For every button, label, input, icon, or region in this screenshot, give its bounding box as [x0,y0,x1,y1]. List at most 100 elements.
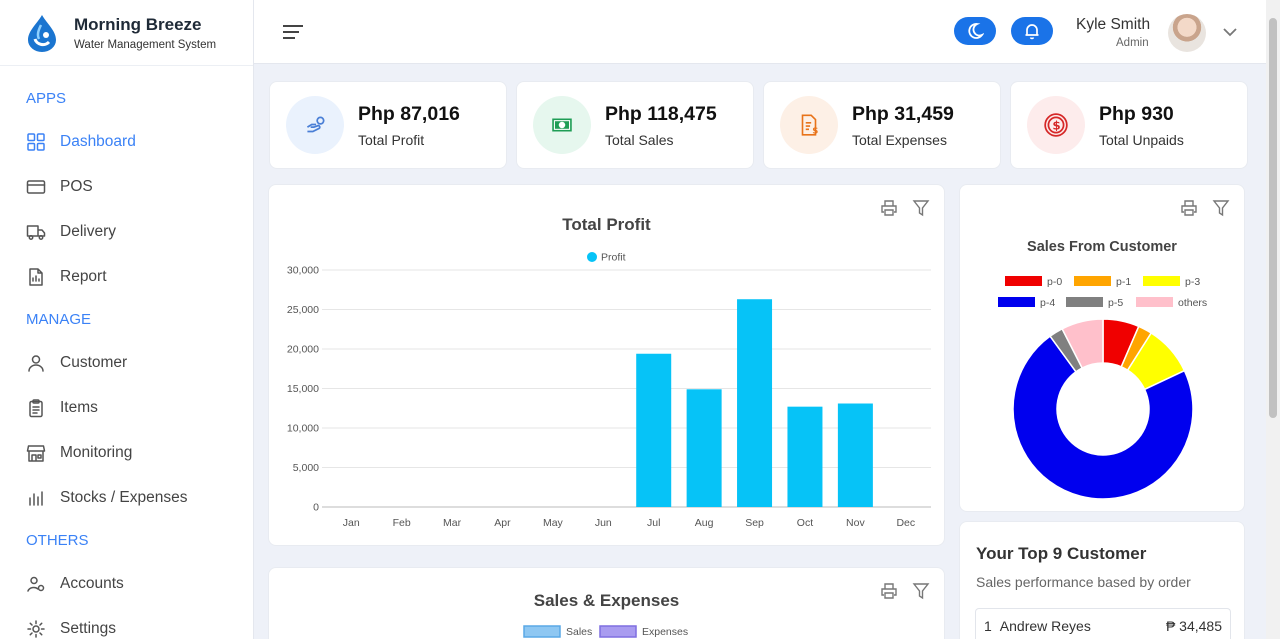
stat-value: Php 31,459 [852,102,954,125]
sidebar-item-label: POS [60,177,93,195]
x-tick-label: Jul [647,517,660,529]
scrollbar-thumb[interactable] [1269,18,1277,418]
avatar[interactable] [1168,14,1206,52]
sidebar-item-report[interactable]: Report [0,254,253,299]
x-tick-label: Jun [595,517,612,529]
nav-section-apps: APPS [26,90,67,107]
stat-card-total-unpaids[interactable]: $ Php 930 Total Unpaids [1010,81,1248,169]
legend-swatch[interactable] [599,625,637,638]
sidebar-item-label: Monitoring [60,443,133,461]
stat-value: Php 930 [1099,102,1174,125]
y-tick-label: 15,000 [287,383,319,395]
legend-label: Expenses [642,626,688,638]
page-scrollbar[interactable] [1266,0,1280,639]
cash-icon [533,96,591,154]
bar-jul[interactable] [636,353,672,507]
hamburger-menu-icon[interactable] [282,22,304,42]
top-customers-card: Your Top 9 Customer Sales performance ba… [959,521,1245,639]
legend-label: p-4 [1040,297,1055,309]
clipboard-icon [26,398,46,418]
sidebar-item-label: Settings [60,619,117,637]
legend-swatch[interactable] [1074,276,1111,286]
legend-label: Profit [601,252,626,264]
sidebar-item-label: Customer [60,353,128,371]
legend-swatch[interactable] [1136,297,1173,307]
legend-swatch[interactable] [1143,276,1180,286]
y-tick-label: 0 [313,502,319,514]
x-tick-label: Oct [797,517,813,529]
stat-label: Total Profit [358,131,425,148]
x-tick-label: Aug [695,517,714,529]
stat-card-total-sales[interactable]: Php 118,475 Total Sales [516,81,754,169]
truck-icon [26,222,46,242]
sidebar-item-label: Delivery [60,222,116,240]
user-icon [26,353,46,373]
legend-label: p-0 [1047,276,1062,288]
legend-label: p-5 [1108,297,1123,309]
sidebar-item-stocks-expenses[interactable]: Stocks / Expenses [0,475,253,520]
top-customers-title: Your Top 9 Customer [976,544,1147,563]
sidebar-item-label: Report [60,267,107,285]
legend-swatch[interactable] [1066,297,1103,307]
sidebar-item-dashboard[interactable]: Dashboard [0,119,253,164]
sidebar-item-pos[interactable]: POS [0,164,253,209]
bar-oct[interactable] [787,406,823,507]
bars-icon [26,488,46,508]
dollar-circle-icon: $ [1027,96,1085,154]
user-name[interactable]: Kyle Smith [1076,16,1150,34]
store-icon [26,443,46,463]
sales-from-customer-card: Sales From Customer p-0 p-1 p-3 p-4 p-5 other… [959,184,1245,512]
sidebar-item-settings[interactable]: Settings [0,606,253,639]
report-icon [26,267,46,287]
sales-from-customer-chart: p-0 p-1 p-3 p-4 p-5 others [998,276,1207,500]
stat-label: Total Expenses [852,131,947,148]
y-tick-label: 10,000 [287,423,319,435]
stat-label: Total Unpaids [1099,131,1184,148]
y-tick-label: 20,000 [287,344,319,356]
sidebar-item-accounts[interactable]: Accounts [0,561,253,606]
top-customers-subtitle: Sales performance based by order [976,574,1191,590]
sidebar-item-label: Stocks / Expenses [60,488,188,506]
stat-label: Total Sales [605,131,674,148]
sidebar-item-items[interactable]: Items [0,385,253,430]
customer-name: Andrew Reyes [999,617,1091,634]
moon-icon [968,23,984,39]
stat-card-total-expenses[interactable]: $ Php 31,459 Total Expenses [763,81,1001,169]
list-item[interactable]: 1 Andrew Reyes ₱ 34,485 [975,608,1231,639]
legend-swatch[interactable] [998,297,1035,307]
x-tick-label: Apr [494,517,511,529]
total-profit-chart: Profit 0 5,000 10,000 15,000 20,000 25,000 30,0… [287,252,931,529]
sidebar-item-customer[interactable]: Customer [0,340,253,385]
legend-label: p-3 [1185,276,1200,288]
brand-title: Morning Breeze [74,14,202,34]
brand-subtitle: Water Management System [74,38,217,51]
y-tick-label: 5,000 [293,462,319,474]
sidebar-item-monitoring[interactable]: Monitoring [0,430,253,475]
chevron-down-icon[interactable] [1222,26,1238,38]
x-tick-label: Dec [896,517,915,529]
bar-aug[interactable] [686,389,722,507]
notifications-button[interactable] [1011,17,1053,45]
sidebar-item-label: Accounts [60,574,124,592]
legend-label: p-1 [1116,276,1131,288]
grid-icon [26,132,46,152]
x-tick-label: Sep [745,517,764,529]
legend-swatch[interactable] [587,252,597,262]
gear-icon [26,619,46,639]
nav-section-others: OTHERS [26,532,89,549]
legend-label: Sales [566,626,592,638]
stat-value: Php 118,475 [605,102,717,125]
svg-text:$: $ [812,127,818,137]
total-profit-card: Total Profit Profit 0 5,000 10,000 15,000 20,… [268,184,945,546]
sidebar-item-delivery[interactable]: Delivery [0,209,253,254]
legend-swatch[interactable] [523,625,561,638]
stat-card-total-profit[interactable]: Php 87,016 Total Profit [269,81,507,169]
brand[interactable]: Morning Breeze Water Management System [0,0,253,66]
bar-nov[interactable] [837,403,873,507]
x-tick-label: Feb [393,517,411,529]
customer-amount: ₱ 34,485 [1165,617,1222,634]
y-tick-label: 30,000 [287,265,319,277]
dark-mode-toggle[interactable] [954,17,996,45]
bar-sep[interactable] [737,299,773,507]
legend-swatch[interactable] [1005,276,1042,286]
